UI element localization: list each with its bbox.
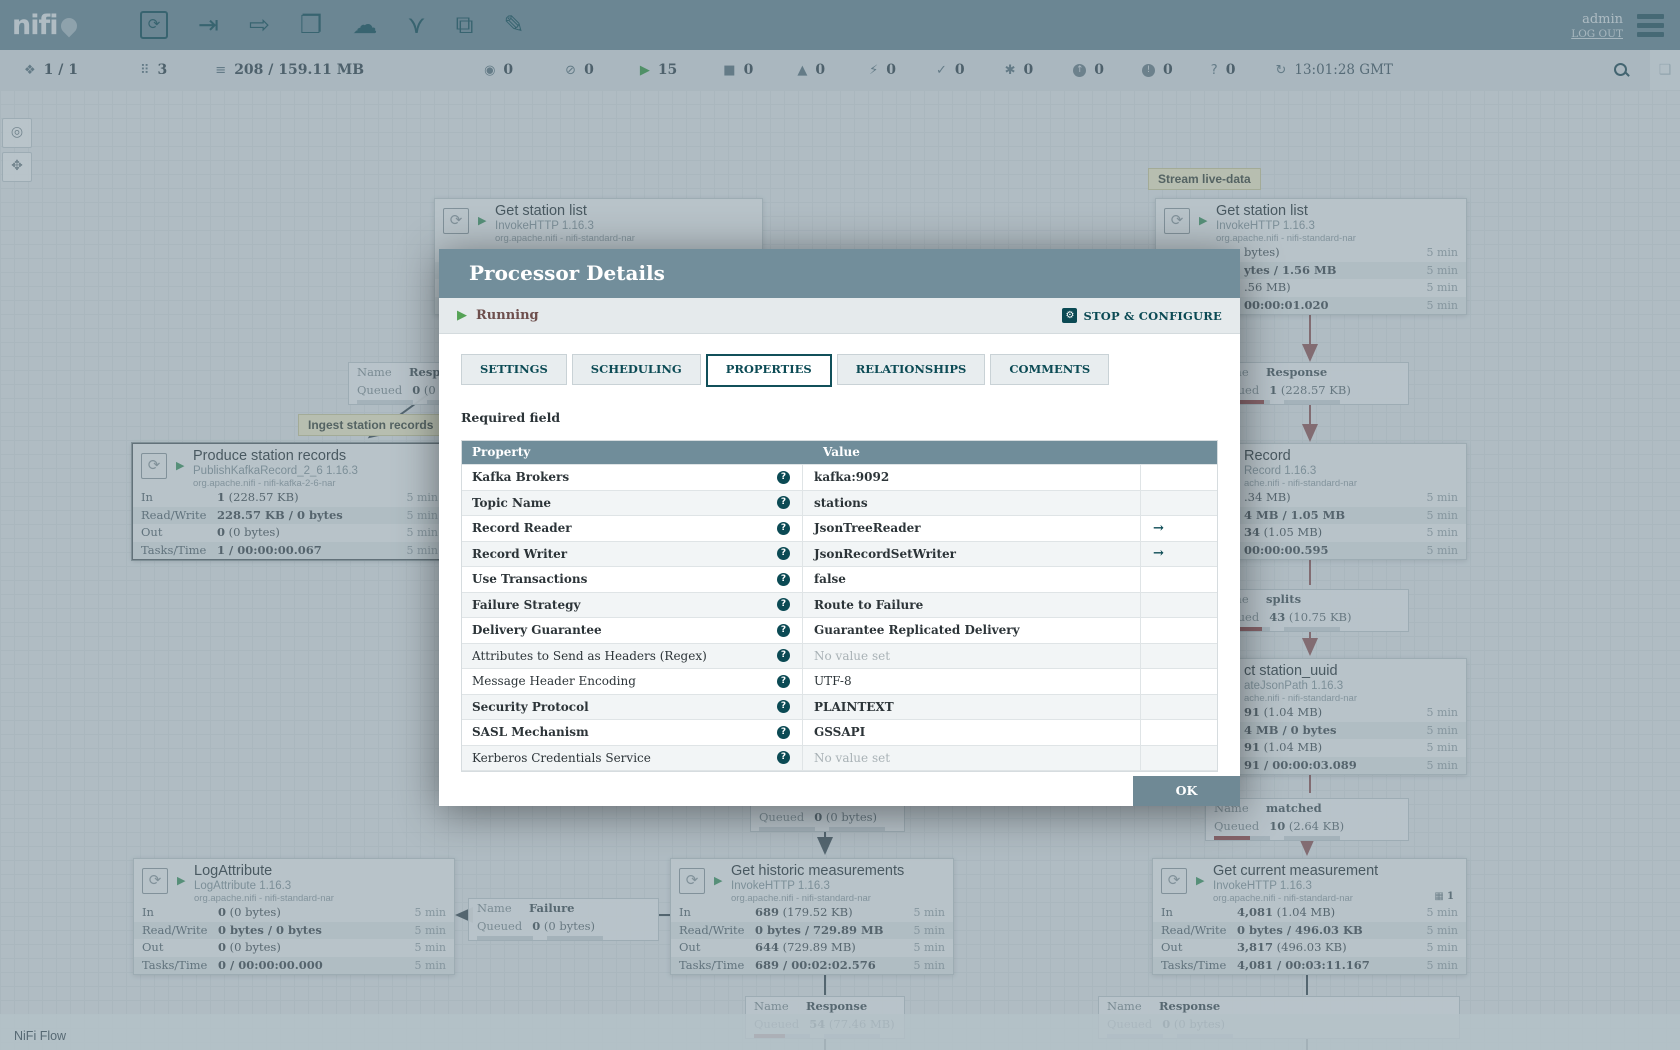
help-icon[interactable]: ?: [777, 572, 790, 586]
table-row: Kerberos User Service?No value set: [462, 770, 1217, 771]
table-row: Delivery Guarantee? Guarantee Replicated …: [462, 617, 1217, 643]
tab-relationships[interactable]: RELATIONSHIPS: [836, 354, 986, 385]
table-row: Use Transactions? false: [462, 566, 1217, 592]
table-row: SASL Mechanism? GSSAPI: [462, 719, 1217, 745]
column-value: Value: [823, 445, 860, 459]
tab-settings[interactable]: SETTINGS: [461, 354, 567, 385]
table-row: Kerberos Credentials Service? No value se…: [462, 744, 1217, 770]
table-row: Attributes to Send as Headers (Regex)? No…: [462, 642, 1217, 668]
table-header: Property Value: [462, 441, 1217, 464]
stop-and-configure-button[interactable]: ⚙ STOP & CONFIGURE: [1062, 308, 1222, 323]
table-row: Record Reader? JsonTreeReader →: [462, 515, 1217, 541]
dialog-tabs: SETTINGS SCHEDULING PROPERTIES RELATIONS…: [461, 334, 1218, 387]
help-icon[interactable]: ?: [777, 751, 790, 765]
help-icon[interactable]: ?: [777, 496, 790, 510]
tab-scheduling[interactable]: SCHEDULING: [571, 354, 701, 385]
ok-button[interactable]: OK: [1133, 776, 1240, 806]
table-row: Security Protocol? PLAINTEXT: [462, 693, 1217, 719]
table-row: Topic Name? stations: [462, 489, 1217, 515]
help-icon[interactable]: ?: [777, 623, 790, 637]
table-row: Message Header Encoding? UTF-8: [462, 668, 1217, 694]
goto-service-arrow-icon[interactable]: →: [1153, 521, 1164, 536]
run-status-icon: ▶: [457, 308, 467, 323]
help-icon[interactable]: ?: [777, 700, 790, 714]
properties-table: Property Value Kafka Brokers? kafka:9092 …: [461, 440, 1218, 772]
gear-icon: ⚙: [1062, 308, 1078, 323]
dialog-title: Processor Details: [439, 249, 1240, 298]
tab-comments[interactable]: COMMENTS: [990, 354, 1110, 385]
table-row: Failure Strategy? Route to Failure: [462, 591, 1217, 617]
help-icon[interactable]: ?: [777, 649, 790, 663]
help-icon[interactable]: ?: [777, 521, 790, 535]
help-icon[interactable]: ?: [777, 470, 790, 484]
goto-service-arrow-icon[interactable]: →: [1153, 546, 1164, 561]
table-row: Kafka Brokers? kafka:9092: [462, 464, 1217, 490]
run-status-text: Running: [476, 308, 539, 323]
help-icon[interactable]: ?: [777, 598, 790, 612]
column-property: Property: [472, 445, 531, 459]
table-row: Record Writer? JsonRecordSetWriter →: [462, 540, 1217, 566]
processor-details-dialog: Processor Details ▶ Running ⚙ STOP & CON…: [439, 249, 1240, 806]
tab-properties[interactable]: PROPERTIES: [705, 354, 832, 387]
required-field-note: Required field: [461, 410, 561, 425]
help-icon[interactable]: ?: [777, 547, 790, 561]
help-icon[interactable]: ?: [777, 674, 790, 688]
help-icon[interactable]: ?: [777, 725, 790, 739]
